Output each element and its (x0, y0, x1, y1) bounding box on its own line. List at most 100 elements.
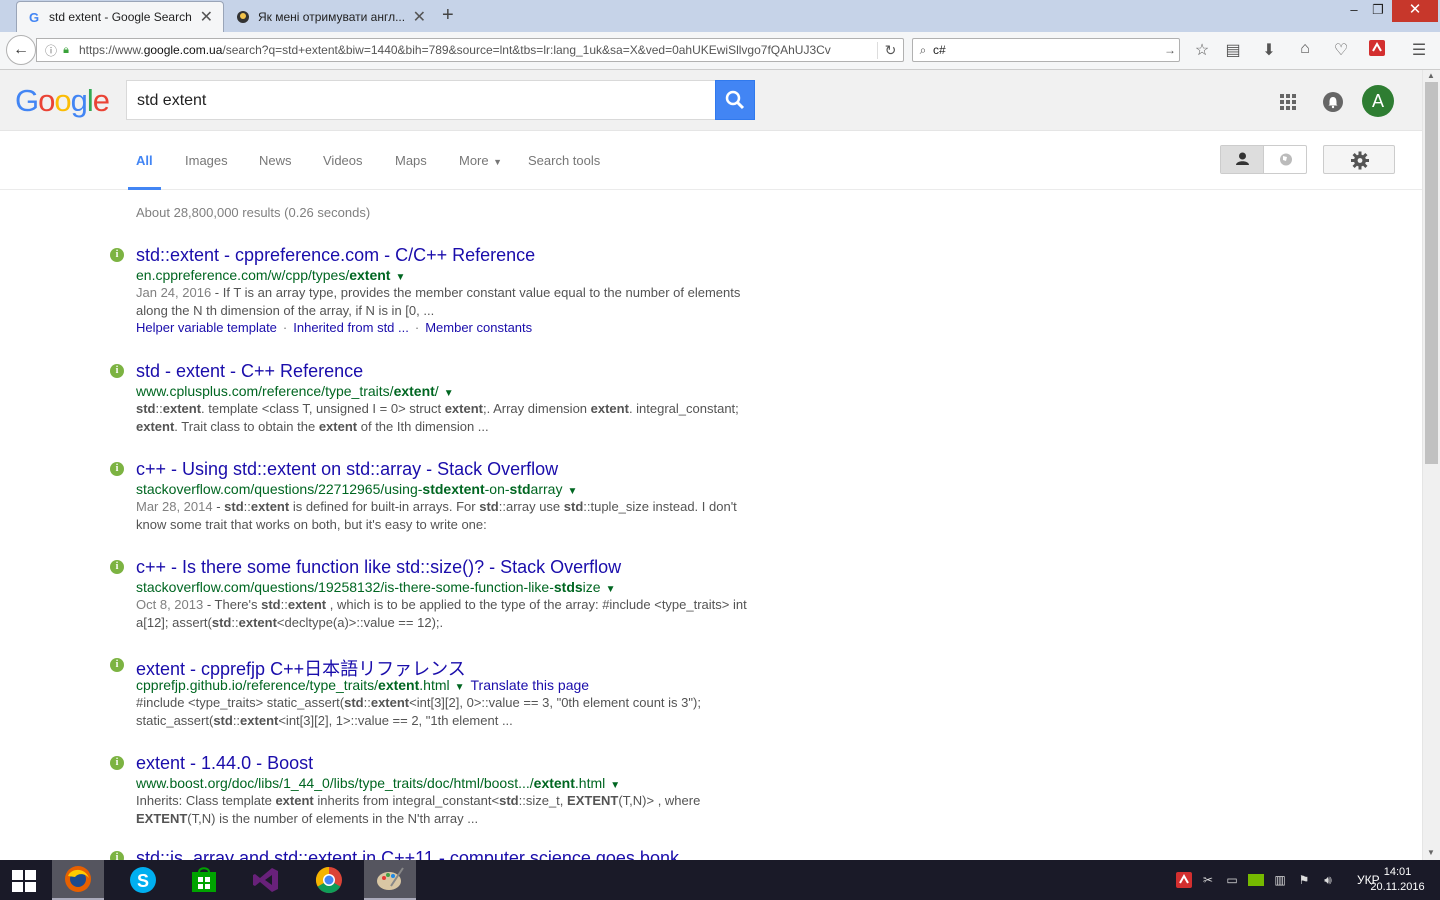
result-snippet: std::extent. template <class T, unsigned… (136, 401, 739, 434)
go-arrow-icon[interactable]: → (1161, 43, 1179, 57)
url-bold: std (509, 481, 531, 497)
flag-tray-icon[interactable]: ⚑ (1295, 871, 1313, 889)
result-date: Oct 8, 2013 (136, 597, 204, 612)
visual-studio-icon (253, 868, 278, 892)
svg-text:G: G (29, 10, 39, 24)
tab-maps[interactable]: Maps (395, 153, 427, 190)
result-url[interactable]: www.cplusplus.com/reference/type_traits/… (136, 383, 454, 399)
tab-google-search[interactable]: G std extent - Google Search ✕ (16, 1, 224, 32)
sitelink[interactable]: Helper variable template (136, 320, 277, 335)
result-url[interactable]: cpprefjp.github.io/reference/type_traits… (136, 677, 589, 693)
reload-icon[interactable]: ↻ (877, 41, 903, 59)
settings-button[interactable] (1323, 145, 1395, 174)
info-icon[interactable]: i (110, 248, 124, 262)
tab-all[interactable]: All (128, 153, 161, 190)
hide-personal-results-button[interactable] (1265, 146, 1307, 173)
info-icon[interactable]: i (110, 756, 124, 770)
dropdown-caret-icon[interactable]: ▼ (444, 388, 454, 399)
back-button[interactable]: ← (6, 35, 36, 65)
info-icon[interactable]: i (110, 364, 124, 378)
avatar[interactable]: A (1362, 85, 1394, 117)
dropdown-caret-icon[interactable]: ▼ (395, 272, 405, 283)
nvidia-tray-icon[interactable] (1247, 871, 1265, 889)
tab-second[interactable]: Як мені отримувати англ... ✕ (226, 1, 436, 32)
dropdown-caret-icon[interactable]: ▼ (606, 584, 616, 595)
info-icon[interactable]: i (110, 658, 124, 672)
result-title-link[interactable]: c++ - Is there some function like std::s… (136, 557, 621, 578)
search-input[interactable]: std extent (126, 80, 716, 120)
tab-more[interactable]: More ▼ (459, 153, 502, 190)
result-title-link[interactable]: std::is_array and std::extent in C++11 -… (136, 848, 679, 860)
search-icon (725, 90, 745, 110)
skype-taskbar-button[interactable]: S (117, 860, 169, 900)
download-icon[interactable]: ⬇ (1258, 40, 1280, 62)
antivirus-tray-icon[interactable] (1175, 871, 1193, 889)
personal-results-button[interactable] (1221, 146, 1264, 173)
translate-link[interactable]: Translate this page (471, 677, 590, 693)
visual-studio-taskbar-button[interactable] (240, 860, 292, 900)
menu-hamburger-icon[interactable]: ☰ (1408, 40, 1430, 62)
close-window-button[interactable]: ✕ (1392, 0, 1438, 22)
system-tray: ✂ ▭ ▥ ⚑ 🔊︎ УКР (1175, 868, 1380, 892)
url-part: .html (419, 677, 450, 693)
result-title-link[interactable]: std - extent - C++ Reference (136, 361, 363, 382)
result-url[interactable]: stackoverflow.com/questions/22712965/usi… (136, 481, 577, 497)
sitelink[interactable]: Inherited from std ... (293, 320, 409, 335)
addon-icon[interactable] (1366, 40, 1388, 62)
sitelink[interactable]: Member constants (425, 320, 532, 335)
maximize-button[interactable]: ❐ (1366, 0, 1390, 22)
dropdown-caret-icon[interactable]: ▼ (567, 486, 577, 497)
person-icon (1236, 152, 1249, 165)
windows-start-icon[interactable] (10, 868, 38, 894)
url-text[interactable]: https://www.google.com.ua/search?q=std+e… (79, 43, 877, 57)
paint-taskbar-button[interactable] (364, 860, 416, 900)
scroll-down-icon[interactable]: ▼ (1427, 848, 1435, 857)
url-bar[interactable]: ⓘ 🔒︎ https://www.google.com.ua/search?q=… (36, 38, 904, 62)
bookmark-star-icon[interactable]: ☆ (1191, 40, 1213, 62)
store-taskbar-button[interactable] (178, 860, 230, 900)
network-device-tray-icon[interactable]: ▭ (1223, 871, 1241, 889)
scroll-up-icon[interactable]: ▲ (1427, 71, 1435, 80)
info-icon[interactable]: i (110, 462, 124, 476)
result-title-link[interactable]: std::extent - cppreference.com - C/C++ R… (136, 245, 535, 266)
page-scrollbar[interactable]: ▲ ▼ (1422, 70, 1440, 860)
result-url[interactable]: stackoverflow.com/questions/19258132/is-… (136, 579, 615, 595)
firefox-icon (65, 866, 91, 892)
lock-icon[interactable]: 🔒︎ (59, 44, 73, 57)
tab-label: Як мені отримувати англ... (258, 9, 406, 24)
google-logo[interactable]: Google (15, 83, 110, 119)
bookmarks-list-icon[interactable]: ▤ (1222, 40, 1244, 62)
dropdown-caret-icon[interactable]: ▼ (455, 682, 465, 693)
tab-videos[interactable]: Videos (323, 153, 363, 190)
volume-icon[interactable]: 🔊︎ (1319, 871, 1337, 889)
result-title-link[interactable]: c++ - Using std::extent on std::array - … (136, 459, 558, 480)
dropdown-caret-icon[interactable]: ▼ (610, 780, 620, 791)
close-tab-icon[interactable]: ✕ (413, 7, 426, 27)
browser-search-field[interactable]: ⌕ c# → (912, 38, 1180, 62)
firefox-taskbar-button[interactable] (52, 860, 104, 900)
close-tab-icon[interactable]: ✕ (200, 7, 213, 27)
chrome-icon (315, 866, 342, 894)
result-url[interactable]: en.cppreference.com/w/cpp/types/extent ▼ (136, 267, 405, 283)
sitelinks: Helper variable template · Inherited from … (136, 320, 533, 335)
tab-images[interactable]: Images (185, 153, 228, 190)
clock[interactable]: 14:01 20.11.2016 (1360, 865, 1435, 895)
browser-search-text: c# (933, 43, 946, 57)
result-title-link[interactable]: extent - 1.44.0 - Boost (136, 753, 313, 774)
new-tab-button[interactable]: + (442, 4, 454, 27)
minimize-button[interactable]: – (1342, 0, 1366, 22)
network-tray-icon[interactable]: ▥ (1271, 871, 1289, 889)
info-icon[interactable]: i (110, 560, 124, 574)
tools-tray-icon[interactable]: ✂ (1199, 871, 1217, 889)
search-button[interactable] (715, 80, 755, 120)
pocket-icon[interactable]: ♡ (1330, 40, 1352, 62)
info-icon[interactable]: ⓘ (43, 42, 59, 59)
result-url[interactable]: www.boost.org/doc/libs/1_44_0/libs/type_… (136, 775, 620, 791)
tab-news[interactable]: News (259, 153, 292, 190)
tab-search-tools[interactable]: Search tools (528, 153, 600, 190)
home-icon[interactable]: ⌂ (1294, 40, 1316, 62)
chrome-taskbar-button[interactable] (303, 860, 355, 900)
notification-bell-icon[interactable] (1323, 92, 1343, 112)
scrollbar-thumb[interactable] (1425, 82, 1438, 464)
apps-grid-icon[interactable] (1278, 92, 1298, 112)
